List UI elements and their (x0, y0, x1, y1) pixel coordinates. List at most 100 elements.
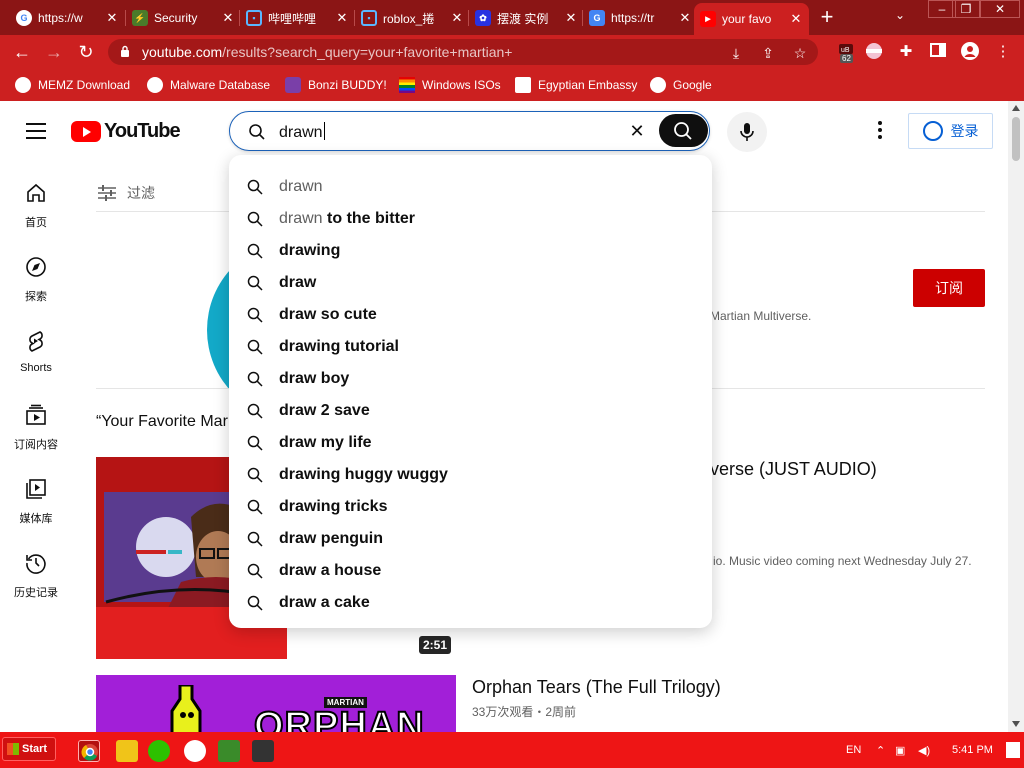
start-button[interactable]: Start (2, 737, 56, 761)
extension-icon[interactable]: uB 62 (838, 43, 856, 63)
bookmark-malware-database[interactable]: Malware Database (147, 76, 270, 94)
close-icon[interactable]: ✕ (678, 10, 692, 26)
close-icon[interactable]: ✕ (789, 11, 803, 27)
browser-menu-icon[interactable]: ⋮ (993, 42, 1013, 62)
scroll-down-icon[interactable] (1012, 721, 1020, 727)
search-suggestion[interactable]: draw (229, 267, 712, 299)
search-suggestion[interactable]: drawing huggy wuggy (229, 459, 712, 491)
bookmark-windows-isos[interactable]: Windows ISOs (399, 76, 501, 94)
bookmark-google[interactable]: Google (650, 76, 712, 94)
search-button[interactable] (659, 114, 708, 147)
taskbar-terminal-icon[interactable] (252, 740, 274, 762)
search-suggestion[interactable]: draw 2 save (229, 395, 712, 427)
search-suggestion[interactable]: drawn (229, 171, 712, 203)
youtube-logo[interactable]: YouTube (71, 120, 181, 143)
sidebar-label: 首页 (25, 217, 47, 229)
bookmark-memz[interactable]: MEMZ Download (15, 76, 130, 94)
sidebar-item-subscriptions[interactable]: 订阅内容 (0, 403, 72, 452)
language-indicator[interactable]: EN (846, 744, 861, 756)
search-suggestion[interactable]: draw a cake (229, 587, 712, 619)
tab-youtube-active[interactable]: ▶ your favo ✕ (694, 3, 809, 35)
bookmark-egyptian-embassy[interactable]: Egyptian Embassy (515, 76, 637, 94)
search-suggestion[interactable]: draw so cute (229, 299, 712, 331)
search-suggestion[interactable]: draw penguin (229, 523, 712, 555)
video-title[interactable]: everse (JUST AUDIO) (700, 459, 877, 480)
forward-button[interactable]: → (42, 40, 66, 64)
settings-more-icon[interactable] (870, 121, 890, 141)
clear-search-icon[interactable]: ✕ (626, 120, 648, 142)
profile-extension-icon[interactable] (864, 42, 884, 62)
close-icon[interactable]: ✕ (105, 10, 119, 26)
close-window-button[interactable]: ✕ (980, 0, 1020, 18)
tab-security[interactable]: ⚡ Security ✕ (126, 5, 241, 31)
sign-in-button[interactable]: 登录 (908, 113, 993, 149)
install-icon[interactable]: ⤓ (726, 43, 746, 63)
search-suggestion[interactable]: drawn to the bitter (229, 203, 712, 235)
sidebar-item-library[interactable]: 媒体库 (0, 477, 72, 526)
close-icon[interactable]: ✕ (564, 10, 578, 26)
sidepanel-icon[interactable] (928, 42, 948, 62)
sidebar-item-history[interactable]: 历史记录 (0, 551, 72, 600)
network-icon[interactable]: ▣ (895, 744, 905, 757)
tab-bilibili[interactable]: ▪ 哔哩哔哩 ✕ (240, 5, 355, 31)
show-desktop-icon[interactable] (1006, 742, 1020, 758)
tab-roblox[interactable]: ▪ roblox_捲 ✕ (355, 5, 470, 31)
voice-search-button[interactable] (727, 112, 767, 152)
taskbar-wechat-icon[interactable] (148, 740, 170, 762)
scroll-up-icon[interactable] (1012, 105, 1020, 111)
share-icon[interactable]: ⇪ (758, 43, 778, 63)
search-suggestion[interactable]: draw my life (229, 427, 712, 459)
scrollbar-thumb[interactable] (1012, 117, 1020, 161)
tab-baidu[interactable]: ✿ 摆渡 实例 ✕ (469, 5, 584, 31)
taskbar-explorer-icon[interactable] (116, 740, 138, 762)
search-suggestion[interactable]: drawing tutorial (229, 331, 712, 363)
reload-button[interactable]: ↻ (74, 40, 98, 64)
clock[interactable]: 5:41 PM (952, 744, 993, 756)
google-icon: G (16, 10, 32, 26)
close-icon[interactable]: ✕ (335, 10, 349, 26)
search-input[interactable]: drawn ✕ (229, 111, 710, 151)
address-bar[interactable]: youtube.com/results?search_query=your+fa… (108, 39, 818, 65)
filters-button[interactable]: 过滤 (97, 183, 155, 203)
restore-button[interactable]: ❐ (952, 0, 980, 18)
bookmark-star-icon[interactable]: ☆ (790, 43, 810, 63)
search-suggestion[interactable]: draw a house (229, 555, 712, 587)
tab-translate[interactable]: G https://tr ✕ (583, 5, 698, 31)
taskbar-chrome-alt-icon[interactable] (184, 740, 206, 762)
bookmark-label: Egyptian Embassy (538, 78, 638, 92)
logo-text: YouTube (104, 120, 181, 142)
menu-icon[interactable] (26, 123, 46, 139)
section-title: “Your Favorite Mar (96, 413, 228, 430)
sidebar-item-explore[interactable]: 探索 (0, 255, 72, 304)
subscribe-button[interactable]: 订阅 (913, 269, 985, 307)
close-icon[interactable]: ✕ (221, 10, 235, 26)
back-button[interactable]: ← (10, 40, 34, 64)
search-suggestion[interactable]: drawing tricks (229, 491, 712, 523)
bookmark-bonzi-buddy[interactable]: Bonzi BUDDY! (285, 76, 387, 94)
taskbar-chrome-icon[interactable] (78, 740, 100, 762)
close-icon[interactable]: ✕ (450, 10, 464, 26)
video-title[interactable]: Orphan Tears (The Full Trilogy) (472, 677, 721, 698)
taskbar-app-icon[interactable] (218, 740, 240, 762)
sidebar-item-home[interactable]: 首页 (0, 181, 72, 230)
search-icon (247, 179, 263, 195)
search-icon (674, 122, 692, 140)
volume-icon[interactable]: ◀) (918, 744, 930, 757)
search-icon (247, 499, 263, 515)
tab-search-icon[interactable]: ⌄ (895, 8, 905, 22)
sidebar-item-shorts[interactable]: Shorts (0, 329, 72, 374)
video-thumbnail[interactable]: MARTIAN ORPHAN (96, 675, 456, 732)
page-scrollbar[interactable] (1008, 101, 1024, 732)
bookmark-label: MEMZ Download (38, 78, 131, 92)
sign-in-label: 登录 (950, 123, 979, 139)
search-icon (247, 211, 263, 227)
sidebar-label: 历史记录 (14, 587, 58, 599)
search-suggestion[interactable]: draw boy (229, 363, 712, 395)
tab-google[interactable]: G https://w ✕ (10, 5, 125, 31)
new-tab-button[interactable]: + (815, 6, 839, 30)
bilibili-icon: ▪ (246, 10, 262, 26)
tray-expand-icon[interactable]: ⌃ (876, 744, 885, 757)
profile-avatar-icon[interactable] (960, 42, 980, 62)
puzzle-extensions-icon[interactable]: ✚ (896, 42, 916, 62)
search-suggestion[interactable]: drawing (229, 235, 712, 267)
